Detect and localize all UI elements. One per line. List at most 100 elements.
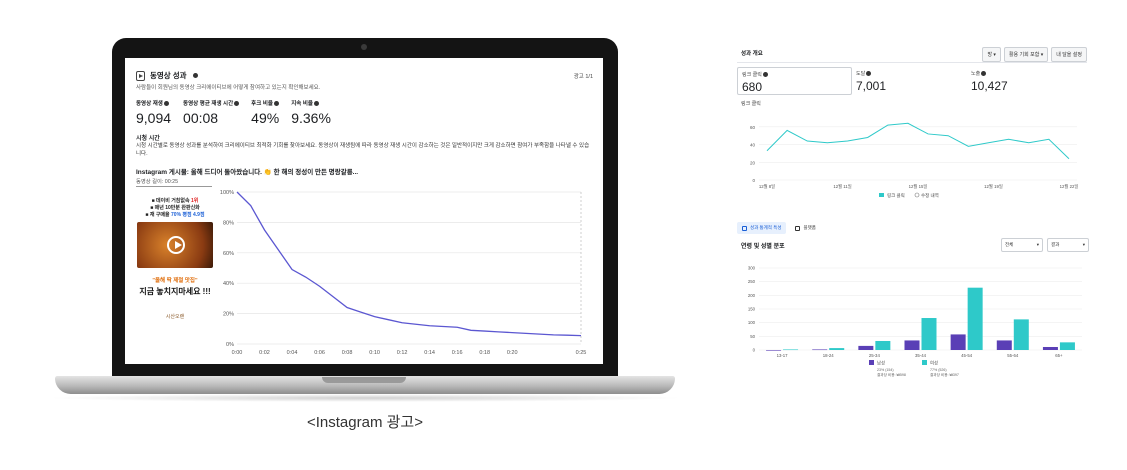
- info-icon[interactable]: [234, 101, 240, 107]
- kpi-value: 680: [742, 80, 763, 94]
- y-tick-label: 100%: [220, 190, 234, 196]
- ad-line-3: ■ 재 구매율 70% 평점 4.9점: [136, 212, 214, 219]
- age-gender-title: 연령 및 성별 분포: [741, 244, 785, 250]
- tab-demographics[interactable]: 성과 통계적 특성: [737, 222, 787, 234]
- legend-label: 남성: [877, 360, 885, 366]
- y-tick-label: 150: [748, 307, 756, 312]
- bar-men: [950, 334, 966, 350]
- info-icon[interactable]: [163, 101, 169, 107]
- legend-swatch: [879, 193, 884, 197]
- tab-label: 플랫폼: [803, 225, 816, 230]
- chevron-down-icon: ▾: [1036, 242, 1039, 247]
- y-tick-label: 60: [750, 125, 756, 130]
- bar-men: [812, 349, 828, 351]
- metric-value: 9.36%: [291, 110, 331, 126]
- x-tick-label: 0:20: [507, 350, 518, 356]
- kpi-link-clicks[interactable]: 링크 클릭 680: [737, 67, 852, 95]
- legend-share: 23% (154): [877, 368, 894, 372]
- select-value: 전체: [1005, 242, 1014, 247]
- bar-men: [858, 345, 874, 350]
- metric-avg-play-time: 동영상 평균 재생 시간 00:08: [183, 99, 240, 126]
- legend-cost: 결과당 비용: ₩598: [877, 372, 906, 377]
- select-value: 결과: [1051, 242, 1060, 247]
- divider: [737, 62, 1087, 63]
- result-select[interactable]: 결과 ▾: [1047, 238, 1089, 252]
- x-tick-label: 0:12: [397, 350, 408, 356]
- ad-line-2: ■ 매년 10만분 완판신화: [150, 205, 200, 211]
- y-tick-label: 60%: [223, 251, 234, 257]
- video-length: 동영상 길이: 00:25: [136, 179, 179, 185]
- ad-video-thumbnail[interactable]: [137, 222, 213, 268]
- metric-hook-rate: 후크 비율 49%: [251, 99, 279, 126]
- divider: [136, 186, 212, 187]
- tab-platform[interactable]: 플랫폼: [790, 222, 820, 234]
- audience-select[interactable]: 전체 ▾: [1001, 238, 1043, 252]
- ads-insights-panel: 성과 개요 방 ▾ 활용 기회 포함 ▾ 내 달을 설정 링크 클릭 680 도…: [727, 40, 1097, 390]
- x-tick-label: 12월 8일: [759, 183, 775, 190]
- y-tick-label: 0: [753, 348, 756, 353]
- play-icon[interactable]: [167, 236, 185, 254]
- kpi-reach[interactable]: 도달 7,001: [852, 67, 967, 95]
- x-tick-label: 0:06: [314, 350, 325, 356]
- x-tick-label: 12월 19일: [984, 183, 1003, 190]
- kpi-impressions[interactable]: 노출 10,427: [967, 67, 1082, 95]
- metric-label: 동영상 재생: [136, 101, 163, 107]
- legend-swatch: [869, 360, 874, 365]
- x-tick-label: 25-34: [869, 353, 881, 358]
- x-tick-label: 0:14: [424, 350, 435, 356]
- instagram-post-title[interactable]: Instagram 게시물: 올해 드디어 돌아왔습니다. 👏 한 해의 정성이…: [136, 166, 358, 176]
- video-performance-subtitle: 사람들이 회원님의 동영상 크리에이티브에 어떻게 참여하고 있는지 확인해보세…: [136, 85, 321, 91]
- x-tick-label: 35-44: [915, 353, 927, 358]
- tab-label: 성과 통계적 특성: [750, 225, 782, 230]
- kpi-value: 10,427: [971, 79, 1008, 93]
- y-tick-label: 250: [748, 279, 756, 284]
- bar-women: [829, 348, 845, 350]
- chart-metric-label: 링크 클릭: [741, 101, 761, 107]
- y-tick-label: 40: [750, 143, 756, 148]
- x-tick-label: 0:10: [369, 350, 380, 356]
- metric-label: 동영상 평균 재생 시간: [183, 101, 234, 107]
- y-tick-label: 0: [752, 178, 755, 183]
- camera-icon: [361, 44, 367, 50]
- laptop-mockup: 동영상 성과 광고 1/1 사람들이 회원님의 동영상 크리에이티브에 어떻게 …: [0, 0, 700, 470]
- y-tick-label: 0%: [226, 342, 234, 348]
- ad-highlight: 1위: [191, 198, 199, 204]
- bar-men: [766, 350, 782, 351]
- bar-men: [996, 340, 1012, 350]
- laptop-notch: [322, 377, 406, 383]
- performance-overview-title: 성과 개요: [741, 51, 763, 57]
- legend-marker: [914, 192, 920, 198]
- y-tick-label: 80%: [223, 220, 234, 226]
- y-tick-label: 100: [748, 320, 756, 325]
- opportunity-dropdown[interactable]: 활용 기회 포함 ▾: [1003, 47, 1049, 62]
- metric-plays: 동영상 재생 9,094: [136, 99, 171, 126]
- info-icon[interactable]: [313, 101, 319, 107]
- info-icon[interactable]: [866, 71, 872, 77]
- y-tick-label: 20: [750, 160, 756, 165]
- x-tick-label: 0:00: [232, 350, 243, 356]
- bar-women: [875, 340, 891, 350]
- x-tick-label: 18-24: [823, 353, 835, 358]
- info-icon[interactable]: [762, 72, 768, 78]
- chevron-down-icon: ▾: [1082, 242, 1085, 247]
- people-icon: [742, 225, 747, 231]
- kpi-row: 링크 클릭 680 도달 7,001 노출 10,427: [737, 67, 1087, 95]
- laptop-shadow: [45, 394, 685, 402]
- info-icon[interactable]: [273, 101, 279, 107]
- x-tick-label: 0:25: [576, 350, 587, 356]
- settings-button[interactable]: 내 달을 설정: [1051, 47, 1087, 62]
- ad-creative-thumbnail[interactable]: ■ 데이비 거침없속 1위 ■ 매년 10만분 완판신화 ■ 재 구매율 70%…: [136, 198, 214, 356]
- kpi-label: 도달: [856, 71, 866, 77]
- demo-controls: 전체 ▾ 결과 ▾: [1001, 238, 1089, 252]
- y-tick-label: 200: [748, 293, 756, 298]
- metric-dropdown[interactable]: 방 ▾: [982, 47, 1001, 62]
- info-icon[interactable]: [192, 73, 198, 78]
- x-tick-label: 0:02: [259, 350, 270, 356]
- legend-share: 77% (526): [930, 368, 947, 372]
- x-tick-label: 12월 11일: [833, 183, 851, 190]
- y-tick-label: 300: [748, 266, 756, 271]
- legend-label: 링크 클릭: [887, 192, 905, 199]
- info-icon[interactable]: [981, 71, 987, 77]
- metric-value: 00:08: [183, 110, 219, 126]
- video-performance-title: 동영상 성과: [150, 71, 187, 80]
